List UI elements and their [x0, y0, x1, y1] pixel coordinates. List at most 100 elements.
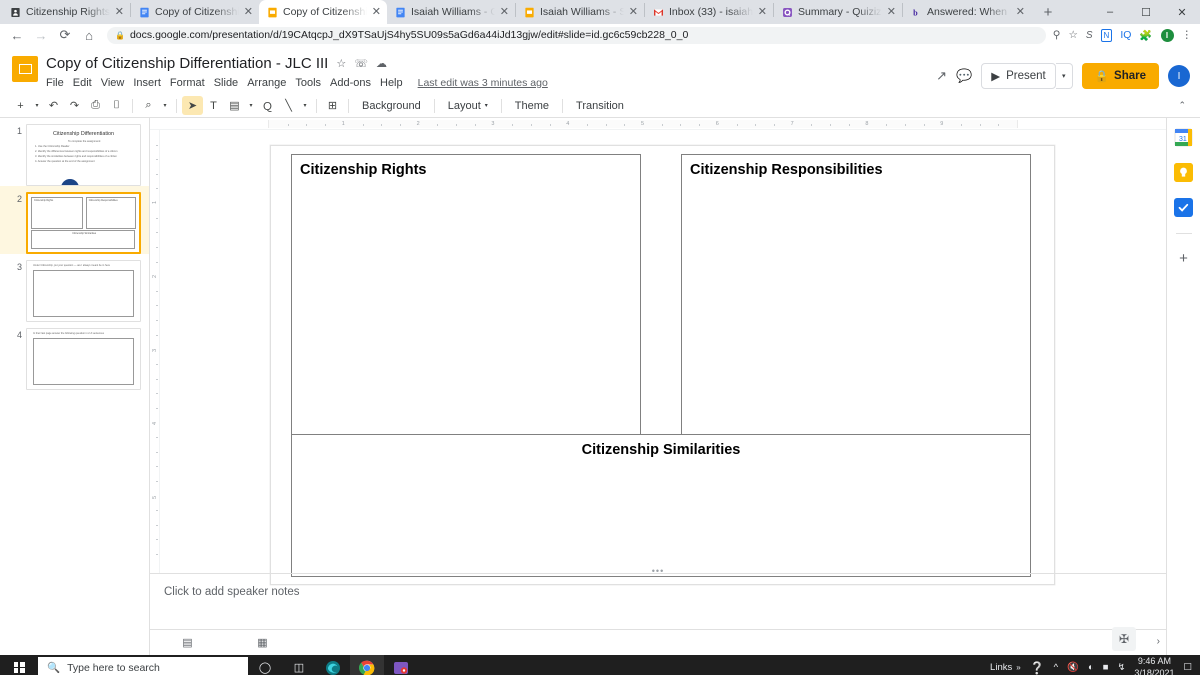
- close-tab-icon[interactable]: ✕: [1016, 6, 1025, 18]
- close-tab-icon[interactable]: ✕: [372, 6, 381, 18]
- slide-text-box[interactable]: Citizenship Similarities: [291, 434, 1031, 577]
- print-button[interactable]: ⎙: [85, 96, 106, 115]
- menu-item-format[interactable]: Format: [170, 77, 205, 89]
- browser-tab[interactable]: Copy of Citizenship Rights R ✕: [131, 0, 259, 24]
- slide-text-box[interactable]: Citizenship Responsibilities: [681, 154, 1031, 438]
- battery-icon[interactable]: ■: [1103, 662, 1109, 673]
- cortana-icon[interactable]: ◯: [248, 655, 282, 675]
- google-chrome-icon[interactable]: [350, 655, 384, 675]
- close-tab-icon[interactable]: ✕: [887, 6, 896, 18]
- slide-thumbnail[interactable]: In their last page answer the following …: [26, 328, 141, 390]
- close-tab-icon[interactable]: ✕: [629, 6, 638, 18]
- undo-button[interactable]: ↶: [43, 96, 64, 115]
- tray-links-chevron[interactable]: »: [1016, 663, 1020, 672]
- browser-profile-avatar[interactable]: I: [1160, 28, 1174, 42]
- move-to-folder-icon[interactable]: ☏: [354, 57, 368, 70]
- bookmark-star-icon[interactable]: ☆: [1068, 29, 1077, 41]
- wifi-icon[interactable]: ◐: [1088, 662, 1094, 673]
- screen-recorder-icon[interactable]: [384, 655, 418, 675]
- activity-dashboard-icon[interactable]: ↗: [936, 68, 947, 84]
- notes-drag-handle[interactable]: •••: [652, 566, 664, 576]
- filmstrip-slide-3[interactable]: 3 Under Citizenship, put your question — …: [0, 254, 149, 322]
- bluetooth-icon[interactable]: ↯: [1117, 662, 1125, 673]
- close-window-button[interactable]: ✕: [1164, 0, 1200, 24]
- close-tab-icon[interactable]: ✕: [115, 6, 124, 18]
- browser-tab[interactable]: Inbox (33) - isaiah.williams4 ✕: [645, 0, 773, 24]
- shape-button[interactable]: Ｑ: [257, 96, 278, 115]
- menu-item-help[interactable]: Help: [380, 77, 403, 89]
- speaker-notes-pane[interactable]: ••• Click to add speaker notes: [150, 566, 1166, 629]
- add-comment-button[interactable]: ⊞: [322, 96, 343, 115]
- layout-button[interactable]: Layout ▾: [441, 96, 495, 115]
- vertical-ruler[interactable]: 1 2 3 4 5: [150, 130, 160, 573]
- home-icon[interactable]: ⌂: [78, 24, 100, 46]
- s-extension-icon[interactable]: S: [1086, 30, 1093, 41]
- show-hidden-icons-chevron[interactable]: ^: [1054, 662, 1058, 673]
- task-view-icon[interactable]: ◫: [282, 655, 316, 675]
- slide-filmstrip[interactable]: 1 Citizenship Differentiation To complete …: [0, 118, 150, 655]
- menu-item-insert[interactable]: Insert: [133, 77, 161, 89]
- reload-icon[interactable]: ⟳: [54, 24, 76, 46]
- menu-item-slide[interactable]: Slide: [214, 77, 238, 89]
- image-caret[interactable]: ▾: [245, 96, 257, 115]
- browser-tab[interactable]: Citizenship Rights Reader W ✕: [2, 0, 130, 24]
- tray-clock[interactable]: 9:46 AM 3/18/2021: [1134, 656, 1174, 675]
- horizontal-ruler-track[interactable]: 1 2 3 4 5 6 7 8 9: [268, 120, 1018, 128]
- browser-tab[interactable]: Summary - Quizizz ✕: [774, 0, 902, 24]
- line-button[interactable]: ╲: [278, 96, 299, 115]
- slide-thumbnail[interactable]: Under Citizenship, put your question — a…: [26, 260, 141, 322]
- question-circle-icon[interactable]: ❔: [1030, 661, 1045, 675]
- browser-tab[interactable]: b Answered: When thinking a ✕: [903, 0, 1031, 24]
- present-options-caret[interactable]: ▾: [1055, 63, 1073, 89]
- background-button[interactable]: Background: [355, 96, 428, 115]
- current-slide[interactable]: Citizenship Rights Citizenship Responsibi…: [270, 145, 1055, 585]
- minimize-button[interactable]: –: [1092, 0, 1128, 24]
- microsoft-edge-icon[interactable]: [316, 655, 350, 675]
- forward-arrow-icon[interactable]: →: [30, 24, 52, 46]
- zoom-button[interactable]: ⌕: [138, 96, 159, 115]
- slide-stage[interactable]: Citizenship Rights Citizenship Responsibi…: [160, 130, 1166, 585]
- browser-tab[interactable]: Isaiah Williams - Submit Stu ✕: [516, 0, 644, 24]
- back-arrow-icon[interactable]: ←: [6, 24, 28, 46]
- google-keep-icon[interactable]: [1174, 163, 1193, 182]
- new-slide-button[interactable]: +: [10, 96, 31, 115]
- insert-image-button[interactable]: ▤: [224, 96, 245, 115]
- expand-panel-icon[interactable]: ›: [1157, 636, 1160, 647]
- close-tab-icon[interactable]: ✕: [500, 6, 509, 18]
- text-box-button[interactable]: T: [203, 96, 224, 115]
- select-tool-button[interactable]: ➤: [182, 96, 203, 115]
- close-tab-icon[interactable]: ✕: [244, 6, 253, 18]
- windows-start-icon[interactable]: [0, 655, 38, 675]
- notification-icon[interactable]: ☐: [1183, 662, 1192, 673]
- filmstrip-view-icon[interactable]: ▤: [177, 634, 199, 652]
- grid-view-icon[interactable]: ▦: [252, 634, 274, 652]
- present-button[interactable]: ▶ Present: [981, 63, 1056, 89]
- cloud-status-icon[interactable]: ☁: [376, 57, 387, 70]
- filmstrip-slide-1[interactable]: 1 Citizenship Differentiation To complete …: [0, 118, 149, 186]
- share-button[interactable]: 🔒 Share: [1081, 63, 1159, 89]
- tray-links-label[interactable]: Links: [990, 662, 1012, 673]
- redo-button[interactable]: ↷: [64, 96, 85, 115]
- zoom-icon[interactable]: ⚲: [1053, 29, 1061, 41]
- add-addon-button[interactable]: +: [1179, 250, 1188, 267]
- n-extension-icon[interactable]: N: [1100, 28, 1113, 42]
- slide-text-box[interactable]: Citizenship Rights: [291, 154, 641, 438]
- google-tasks-icon[interactable]: [1174, 198, 1193, 217]
- last-edit-status[interactable]: Last edit was 3 minutes ago: [418, 77, 548, 89]
- slide-thumbnail[interactable]: Citizenship Differentiation To complete t…: [26, 124, 141, 186]
- three-dot-menu-icon[interactable]: ⋮: [1182, 29, 1193, 41]
- filmstrip-slide-4[interactable]: 4 In their last page answer the following…: [0, 322, 149, 390]
- close-tab-icon[interactable]: ✕: [758, 6, 767, 18]
- browser-tab[interactable]: Isaiah Williams - Georgia's C ✕: [387, 0, 515, 24]
- account-avatar[interactable]: I: [1168, 65, 1190, 87]
- star-icon[interactable]: ☆: [336, 57, 346, 70]
- menu-item-file[interactable]: File: [46, 77, 64, 89]
- filmstrip-slide-2[interactable]: 2 Citizenship Rights Citizenship Responsib…: [0, 186, 149, 254]
- zoom-caret[interactable]: ▾: [159, 96, 171, 115]
- collapse-toolbar-icon[interactable]: ⌃: [1178, 100, 1190, 111]
- new-slide-caret[interactable]: ▾: [31, 96, 43, 115]
- menu-item-arrange[interactable]: Arrange: [247, 77, 286, 89]
- puzzle-extension-icon[interactable]: 🧩: [1139, 29, 1152, 42]
- menu-item-add-ons[interactable]: Add-ons: [330, 77, 371, 89]
- menu-item-view[interactable]: View: [101, 77, 125, 89]
